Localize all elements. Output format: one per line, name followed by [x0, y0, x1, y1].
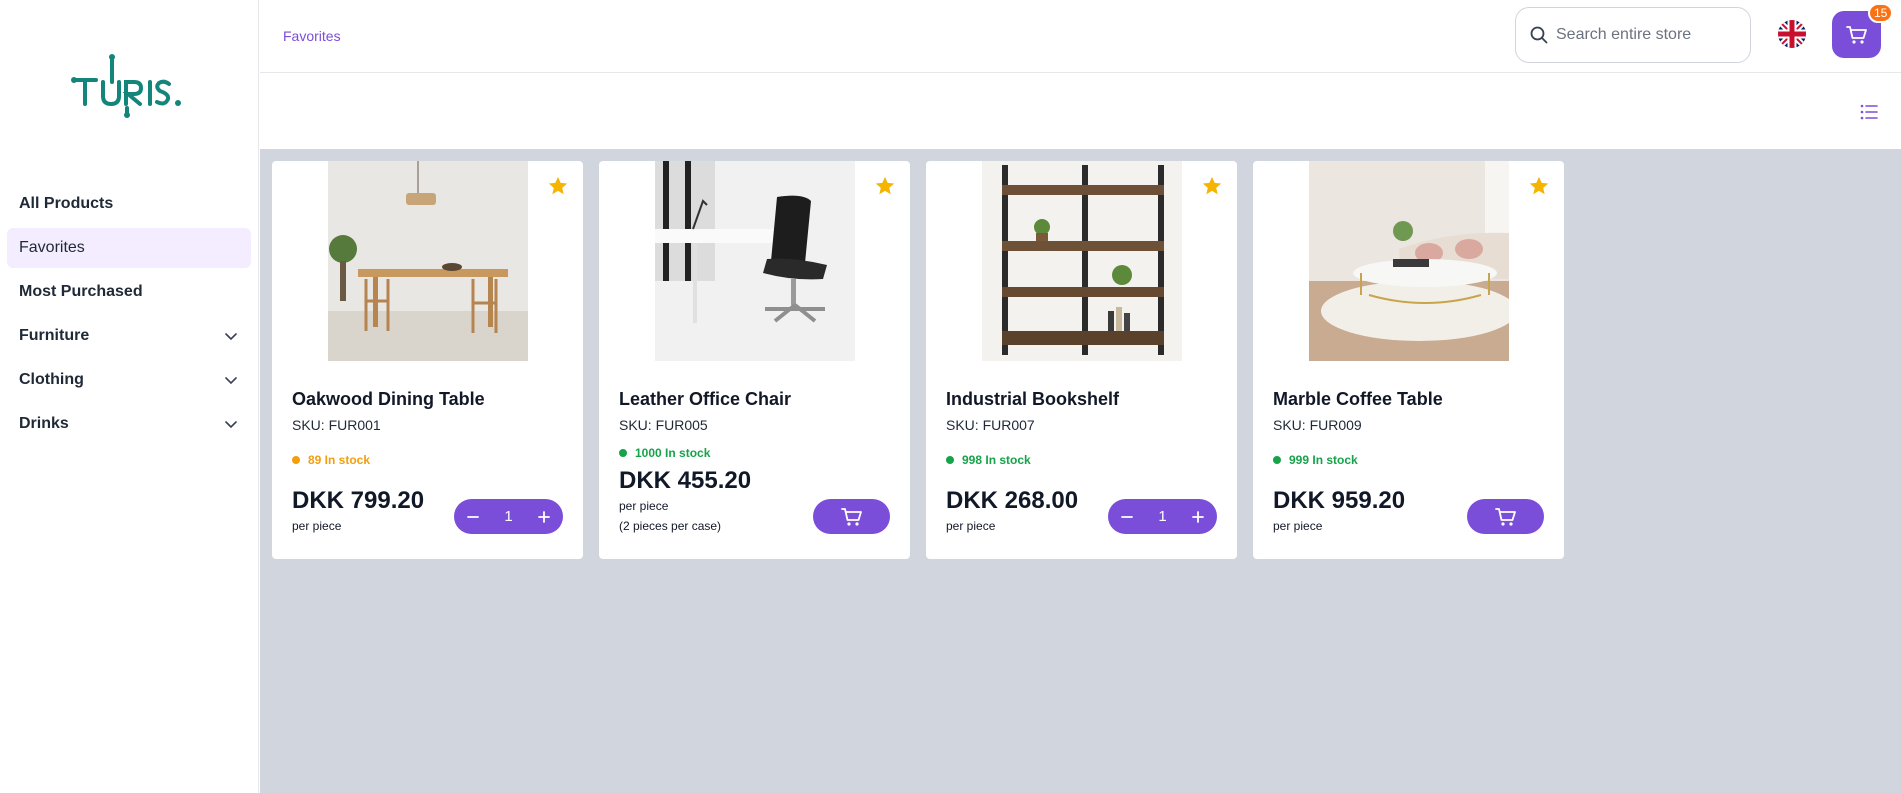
sidebar: All Products Favorites Most Purchased Fu… — [0, 0, 259, 793]
stock-dot-icon — [292, 456, 300, 464]
product-price: DKK 799.20 — [292, 487, 425, 514]
chevron-down-icon[interactable] — [223, 328, 239, 344]
top-bar: Favorites 15 — [260, 0, 1901, 73]
sidebar-item-label: Favorites — [19, 239, 85, 256]
product-name[interactable]: Oakwood Dining Table — [292, 389, 485, 410]
stock-dot-icon — [1273, 456, 1281, 464]
product-price: DKK 959.20 — [1273, 487, 1406, 514]
chevron-down-icon[interactable] — [223, 372, 239, 388]
favorite-star-icon[interactable] — [547, 175, 569, 197]
sidebar-item-favorites[interactable]: Favorites — [7, 228, 251, 268]
sidebar-item-all-products[interactable]: All Products — [7, 184, 251, 224]
search-box[interactable] — [1515, 7, 1751, 63]
add-to-cart-button[interactable] — [813, 499, 890, 534]
minus-icon[interactable] — [466, 510, 480, 524]
quantity-stepper: 1 — [1108, 499, 1217, 534]
price-unit: per piece — [1273, 519, 1323, 533]
stock-label: 1000 In stock — [635, 446, 711, 460]
product-image[interactable] — [655, 161, 855, 361]
price-unit-note: (2 pieces per case) — [619, 519, 722, 533]
stock-status: 999 In stock — [1273, 453, 1358, 467]
product-image[interactable] — [982, 161, 1182, 361]
product-card[interactable]: Industrial Bookshelf SKU: FUR007 998 In … — [926, 161, 1237, 559]
quantity-stepper: 1 — [454, 499, 563, 534]
price-unit: per piece — [292, 519, 342, 533]
sidebar-item-most-purchased[interactable]: Most Purchased — [7, 272, 251, 312]
cart-icon — [1845, 25, 1867, 44]
product-image[interactable] — [1309, 161, 1509, 361]
list-view-icon[interactable] — [1859, 102, 1879, 122]
uk-flag-icon[interactable] — [1778, 20, 1806, 48]
product-name[interactable]: Industrial Bookshelf — [946, 389, 1119, 410]
add-to-cart-button[interactable] — [1467, 499, 1544, 534]
stock-status: 998 In stock — [946, 453, 1031, 467]
stock-label: 998 In stock — [962, 453, 1031, 467]
view-toolbar — [260, 74, 1901, 149]
product-sku: SKU: FUR005 — [619, 417, 708, 433]
favorite-star-icon[interactable] — [1201, 175, 1223, 197]
product-card[interactable]: Oakwood Dining Table SKU: FUR001 89 In s… — [272, 161, 583, 559]
product-sku: SKU: FUR007 — [946, 417, 1035, 433]
turis-logo[interactable] — [70, 52, 192, 118]
stock-label: 999 In stock — [1289, 453, 1358, 467]
product-card[interactable]: Marble Coffee Table SKU: FUR009 999 In s… — [1253, 161, 1564, 559]
sidebar-item-label: Most Purchased — [19, 283, 143, 300]
sidebar-item-drinks[interactable]: Drinks — [7, 404, 251, 444]
minus-icon[interactable] — [1120, 510, 1134, 524]
product-grid: Oakwood Dining Table SKU: FUR001 89 In s… — [260, 149, 1901, 793]
plus-icon[interactable] — [537, 510, 551, 524]
product-card[interactable]: Leather Office Chair SKU: FUR005 1000 In… — [599, 161, 910, 559]
cart-icon — [1494, 507, 1516, 526]
stock-status: 89 In stock — [292, 453, 370, 467]
cart-count-badge: 15 — [1868, 3, 1894, 23]
plus-icon[interactable] — [1191, 510, 1205, 524]
product-sku: SKU: FUR001 — [292, 417, 381, 433]
product-name[interactable]: Leather Office Chair — [619, 389, 791, 410]
product-price: DKK 455.20 — [619, 467, 752, 494]
favorite-star-icon[interactable] — [874, 175, 896, 197]
sidebar-item-label: Drinks — [19, 415, 69, 432]
sidebar-item-clothing[interactable]: Clothing — [7, 360, 251, 400]
sidebar-item-label: Clothing — [19, 371, 84, 388]
product-price: DKK 268.00 — [946, 487, 1079, 514]
search-icon — [1530, 26, 1548, 44]
product-image[interactable] — [328, 161, 528, 361]
sidebar-item-label: All Products — [19, 195, 114, 212]
quantity-value[interactable]: 1 — [504, 508, 512, 525]
quantity-value[interactable]: 1 — [1158, 508, 1166, 525]
sidebar-item-label: Furniture — [19, 327, 90, 344]
favorite-star-icon[interactable] — [1528, 175, 1550, 197]
stock-label: 89 In stock — [308, 453, 371, 467]
search-input[interactable] — [1556, 26, 1736, 44]
price-unit: per piece — [946, 519, 996, 533]
sidebar-nav: All Products Favorites Most Purchased Fu… — [7, 184, 251, 448]
breadcrumb[interactable]: Favorites — [283, 28, 341, 44]
stock-status: 1000 In stock — [619, 446, 710, 460]
chevron-down-icon[interactable] — [223, 416, 239, 432]
cart-icon — [840, 507, 862, 526]
sidebar-item-furniture[interactable]: Furniture — [7, 316, 251, 356]
product-name[interactable]: Marble Coffee Table — [1273, 389, 1443, 410]
price-unit: per piece — [619, 499, 669, 513]
stock-dot-icon — [619, 449, 627, 457]
product-sku: SKU: FUR009 — [1273, 417, 1362, 433]
stock-dot-icon — [946, 456, 954, 464]
